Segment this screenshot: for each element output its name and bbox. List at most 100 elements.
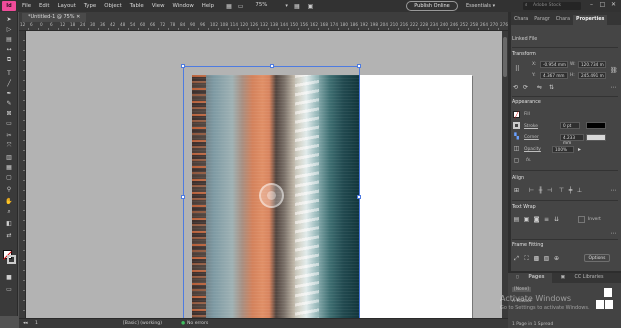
fill-frame-proportionally-icon[interactable]: ▩	[533, 255, 540, 262]
height-field[interactable]: 245.491 m	[578, 72, 606, 79]
adobe-stock-search-input[interactable]: ⌕ Adobe Stock	[523, 2, 581, 10]
preflight-status[interactable]: No errors	[187, 321, 208, 326]
stroke-swatch[interactable]	[7, 255, 16, 264]
jump-next-column-icon[interactable]: ⇊	[553, 216, 560, 223]
scrollbar-thumb[interactable]	[503, 37, 507, 77]
stroke-weight-field[interactable]: 0 pt	[560, 122, 580, 129]
pasteboard[interactable]	[26, 31, 502, 318]
opacity-field[interactable]: 100%	[552, 146, 574, 153]
more-options-icon[interactable]: ⋯	[610, 84, 617, 91]
arrange-documents-icon[interactable]: ▦	[294, 3, 300, 10]
workspace-switcher[interactable]: Essentials ▾	[466, 3, 495, 9]
menu-layout[interactable]: Layout	[57, 3, 75, 9]
default-fill-stroke-icon[interactable]: ◧	[4, 220, 14, 228]
menu-object[interactable]: Object	[104, 3, 122, 9]
x-position-field[interactable]: -0.954 mm	[540, 61, 568, 68]
menu-table[interactable]: Table	[130, 3, 144, 9]
rotate-icon[interactable]: ⟲	[512, 84, 519, 91]
tab-properties[interactable]: Properties	[573, 15, 608, 25]
free-transform-tool-icon[interactable]: ⤧	[4, 142, 14, 150]
no-text-wrap-icon[interactable]: ▤	[513, 216, 520, 223]
flip-horizontal-icon[interactable]: ⇋	[536, 84, 543, 91]
menu-edit[interactable]: Edit	[39, 3, 49, 9]
corner-shape-select[interactable]	[586, 134, 606, 141]
horizontal-ruler[interactable]: 12 6 0 6 12 18 24 30 36 42 48 54 60 66 7…	[19, 22, 508, 31]
align-top-icon[interactable]: ⊤	[558, 187, 565, 194]
gradient-swatch-tool-icon[interactable]: ▥	[4, 154, 14, 162]
align-to-icon[interactable]: ⊞	[513, 187, 520, 194]
minimize-icon[interactable]: –	[586, 1, 597, 8]
close-tab-icon[interactable]: ✕	[76, 14, 80, 20]
opacity-stepper-icon[interactable]: ▸	[576, 146, 583, 153]
tab-character[interactable]: Chara	[511, 15, 531, 25]
pen-tool-icon[interactable]: ✒	[4, 90, 14, 98]
frame-fitting-options-button[interactable]: Options	[584, 254, 610, 262]
page-tool-icon[interactable]: ▤	[4, 36, 14, 44]
selection-tool-icon[interactable]: ➤	[4, 16, 14, 24]
content-grabber-handle[interactable]	[259, 183, 284, 208]
center-content-icon[interactable]: ⊕	[553, 255, 560, 262]
first-page-icon[interactable]: ◂◂	[23, 321, 28, 326]
stroke-type-select[interactable]	[586, 122, 606, 129]
fill-none-icon[interactable]: ╱	[513, 111, 520, 119]
stroke-swatch-icon[interactable]	[513, 122, 520, 129]
tab-pages[interactable]: ▯ Pages	[508, 273, 553, 283]
fit-frame-to-content-icon[interactable]: ⛶	[523, 255, 530, 262]
corner-label[interactable]: Corner	[524, 135, 539, 140]
reference-point-icon[interactable]: ⠿	[514, 66, 521, 73]
screen-mode-toggle-icon[interactable]: ▣	[308, 3, 314, 10]
apply-color-icon[interactable]: ■	[4, 274, 14, 282]
width-field[interactable]: 120.734 m	[578, 61, 606, 68]
more-wrap-options-icon[interactable]: ⋯	[610, 230, 617, 237]
screen-mode-icon[interactable]: ▭	[238, 3, 244, 10]
align-bottom-icon[interactable]: ⊥	[576, 187, 583, 194]
screen-mode-icon[interactable]: ▭	[4, 286, 14, 294]
hand-tool-icon[interactable]: ✋	[4, 198, 14, 206]
eyedropper-tool-icon[interactable]: ⚲	[4, 186, 14, 194]
zoom-level-select[interactable]: 75%	[255, 2, 285, 10]
direct-selection-tool-icon[interactable]: ▷	[4, 26, 14, 34]
y-position-field[interactable]: 4.367 mm	[540, 72, 568, 79]
constrain-proportions-icon[interactable]: ⛓	[610, 67, 618, 74]
rectangle-tool-icon[interactable]: ▭	[4, 120, 14, 128]
gradient-feather-tool-icon[interactable]: ▦	[4, 164, 14, 172]
tab-paragraph[interactable]: Paragr	[531, 15, 553, 25]
layout-icon[interactable]: ▦	[226, 3, 232, 10]
corner-options-icon[interactable]: ▚	[513, 133, 520, 140]
swap-fill-stroke-icon[interactable]: ⇄	[4, 232, 14, 240]
tab-character-styles[interactable]: Chara	[553, 15, 573, 25]
menu-type[interactable]: Type	[84, 3, 96, 9]
stroke-label[interactable]: Stroke	[524, 124, 538, 129]
maximize-icon[interactable]: □	[597, 1, 608, 8]
menu-window[interactable]: Window	[173, 3, 194, 9]
page-number[interactable]: 1	[35, 321, 38, 326]
fit-content-to-frame-icon[interactable]: ⤢	[513, 255, 520, 262]
chevron-down-icon[interactable]: ▾	[285, 3, 288, 9]
align-left-icon[interactable]: ⊢	[528, 187, 535, 194]
wrap-object-shape-icon[interactable]: ◙	[533, 216, 540, 223]
scissors-tool-icon[interactable]: ✂	[4, 132, 14, 140]
invert-checkbox[interactable]	[578, 216, 585, 223]
type-tool-icon[interactable]: T	[4, 70, 14, 78]
rotate-clockwise-icon[interactable]: ⟳	[522, 84, 529, 91]
more-align-options-icon[interactable]: ⋯	[610, 187, 617, 194]
line-tool-icon[interactable]: ╱	[4, 80, 14, 88]
master-thumbnail-left[interactable]	[596, 300, 604, 309]
gap-tool-icon[interactable]: ↔	[4, 46, 14, 54]
publish-online-button[interactable]: Publish Online	[406, 1, 458, 11]
pencil-tool-icon[interactable]: ✎	[4, 100, 14, 108]
content-collector-icon[interactable]: ⧉	[4, 56, 14, 64]
vertical-ruler[interactable]	[19, 31, 26, 318]
align-vertical-center-icon[interactable]: ╪	[567, 187, 574, 194]
none-master-item[interactable]: [None]	[512, 287, 531, 292]
opacity-label[interactable]: Opacity	[524, 147, 541, 152]
menu-file[interactable]: File	[22, 3, 31, 9]
corner-size-field[interactable]: 4.233 mm	[560, 134, 584, 145]
master-thumbnail-right[interactable]	[605, 300, 613, 309]
close-icon[interactable]: ✕	[608, 1, 619, 8]
fit-content-proportionally-icon[interactable]: ▧	[543, 255, 550, 262]
tab-cc-libraries[interactable]: ▣ CC Libraries	[552, 273, 611, 283]
note-tool-icon[interactable]: ▢	[4, 174, 14, 182]
wrap-bounding-box-icon[interactable]: ▣	[523, 216, 530, 223]
zoom-tool-icon[interactable]: ⌕	[4, 208, 14, 216]
